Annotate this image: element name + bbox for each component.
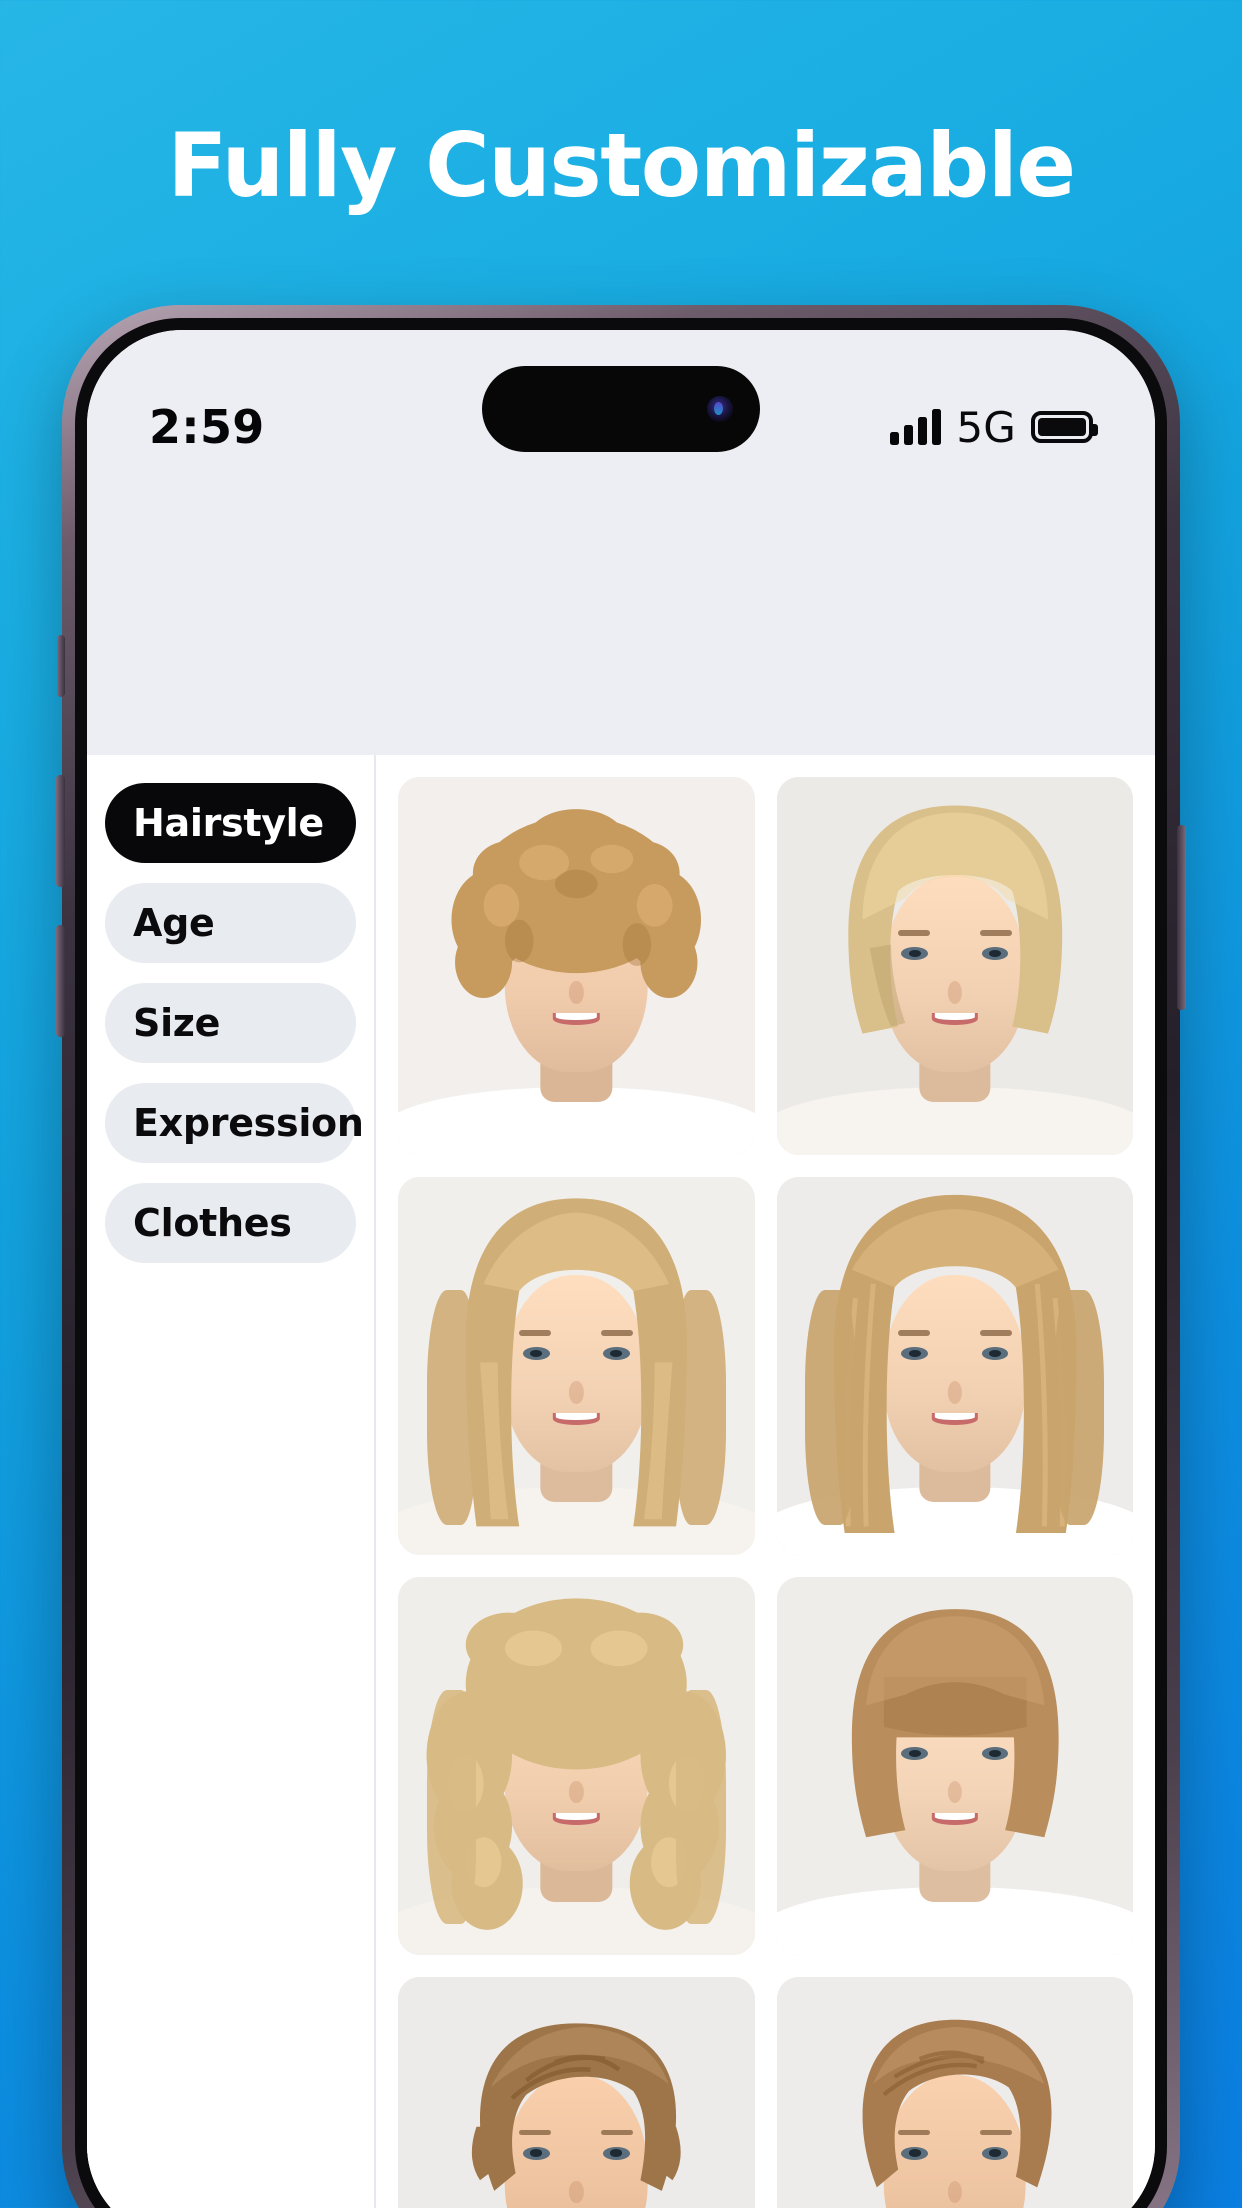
category-sidebar: Hairstyle Age Size Expression Clothes bbox=[87, 755, 376, 2208]
network-type-label: 5G bbox=[956, 402, 1016, 452]
hairstyle-card[interactable] bbox=[776, 1176, 1133, 1555]
phone-bezel: 2:59 5G Hairstyle Age Size Expression Cl… bbox=[75, 318, 1167, 2208]
phone-screen: 2:59 5G Hairstyle Age Size Expression Cl… bbox=[87, 330, 1155, 2208]
sidebar-item-label: Clothes bbox=[133, 1201, 292, 1245]
volume-down-button[interactable] bbox=[56, 925, 65, 1037]
sidebar-item-label: Age bbox=[133, 901, 215, 945]
portrait-image bbox=[398, 1576, 755, 1955]
portrait-image bbox=[776, 1176, 1133, 1555]
hairstyle-card[interactable] bbox=[398, 777, 755, 1155]
app-content: Hairstyle Age Size Expression Clothes bbox=[87, 755, 1155, 2208]
power-button[interactable] bbox=[1177, 825, 1186, 1010]
sidebar-item-clothes[interactable]: Clothes bbox=[105, 1183, 356, 1263]
hairstyle-gallery-grid bbox=[376, 755, 1155, 2208]
portrait-image bbox=[398, 1176, 755, 1555]
hairstyle-card[interactable] bbox=[776, 1976, 1133, 2208]
battery-full-icon bbox=[1031, 411, 1098, 443]
sidebar-item-hairstyle[interactable]: Hairstyle bbox=[105, 783, 356, 863]
portrait-image bbox=[398, 777, 755, 1155]
hairstyle-card[interactable] bbox=[776, 777, 1133, 1155]
phone-mockup: 2:59 5G Hairstyle Age Size Expression Cl… bbox=[56, 305, 1186, 2208]
status-bar-region: 2:59 5G bbox=[87, 330, 1155, 755]
status-time: 2:59 bbox=[149, 400, 265, 454]
sidebar-item-label: Size bbox=[133, 1001, 221, 1045]
hairstyle-card[interactable] bbox=[398, 1176, 755, 1555]
sidebar-item-size[interactable]: Size bbox=[105, 983, 356, 1063]
portrait-image bbox=[776, 777, 1133, 1155]
sidebar-item-label: Hairstyle bbox=[133, 801, 324, 845]
front-camera-icon bbox=[707, 396, 733, 422]
sidebar-item-age[interactable]: Age bbox=[105, 883, 356, 963]
volume-up-button[interactable] bbox=[56, 775, 65, 887]
hairstyle-card[interactable] bbox=[776, 1576, 1133, 1955]
status-indicators: 5G bbox=[890, 402, 1098, 452]
signal-bars-icon bbox=[890, 409, 942, 445]
silent-switch-button[interactable] bbox=[57, 635, 65, 697]
portrait-image bbox=[776, 1576, 1133, 1955]
hairstyle-card[interactable] bbox=[398, 1576, 755, 1955]
page-title: Fully Customizable bbox=[167, 114, 1076, 217]
sidebar-item-expression[interactable]: Expression bbox=[105, 1083, 364, 1163]
sidebar-item-label: Expression bbox=[133, 1101, 364, 1145]
portrait-image bbox=[776, 1976, 1133, 2208]
hairstyle-card[interactable] bbox=[398, 1976, 755, 2208]
dynamic-island[interactable] bbox=[482, 366, 760, 452]
portrait-image bbox=[398, 1976, 755, 2208]
